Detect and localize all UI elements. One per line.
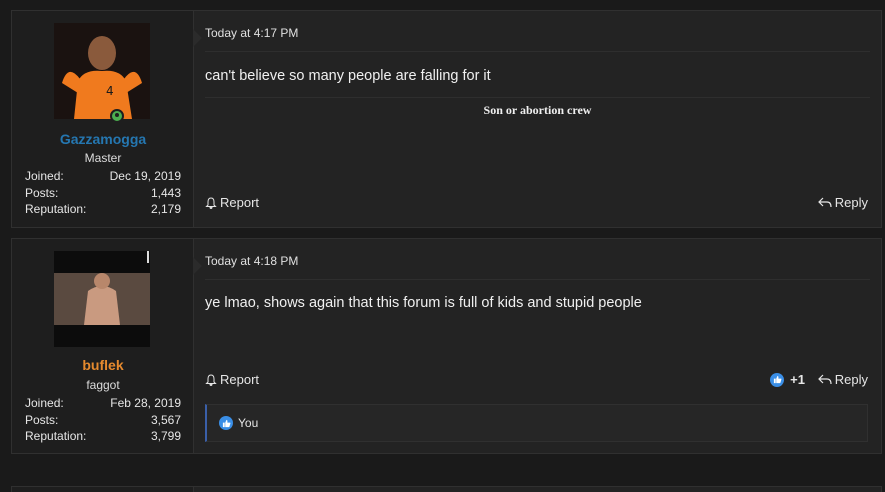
thumbs-up-icon	[770, 372, 785, 387]
reaction-users[interactable]: You	[238, 416, 258, 430]
signature: Son or abortion crew	[483, 103, 592, 117]
post: 4 Gazzamogga Master Joined: Dec 19, 2019 …	[11, 10, 882, 228]
joined-label: Joined:	[25, 169, 64, 183]
reply-label: Reply	[834, 195, 868, 210]
posts-value: 1,443	[150, 185, 181, 200]
username[interactable]: Gazzamogga	[12, 131, 194, 147]
reputation-value: 2,179	[150, 202, 181, 216]
like-summary[interactable]: +1	[770, 372, 805, 387]
avatar[interactable]: 4	[54, 23, 150, 119]
report-label: Report	[220, 372, 260, 387]
divider	[205, 51, 870, 52]
reply-label: Reply	[834, 372, 868, 387]
posts-label: Posts:	[25, 185, 59, 200]
reply-button[interactable]: Reply	[817, 195, 868, 210]
reply-icon	[817, 197, 832, 207]
post-body: Today at 4:17 PM can't believe so many p…	[194, 11, 881, 227]
bell-icon	[205, 196, 217, 209]
divider	[205, 279, 870, 280]
like-count: +1	[790, 372, 805, 387]
thumbs-up-icon	[219, 416, 233, 430]
joined-label: Joined:	[25, 396, 64, 410]
post-body	[194, 487, 881, 492]
post	[11, 486, 882, 492]
signature-divider	[205, 97, 870, 98]
post-message: ye lmao, shows again that this forum is …	[205, 295, 642, 311]
reactions-bar[interactable]: You	[205, 404, 868, 442]
avatar[interactable]	[54, 251, 150, 347]
user-stats: Joined: Dec 19, 2019 Posts: 1,443 Reputati…	[25, 168, 181, 218]
post: buflek faggot Joined: Feb 28, 2019 Posts:…	[11, 238, 882, 454]
joined-value: Feb 28, 2019	[110, 396, 181, 410]
report-button[interactable]: Report	[205, 372, 259, 387]
reputation-label: Reputation:	[25, 202, 87, 216]
user-title: faggot	[86, 378, 120, 392]
post-body: Today at 4:18 PM ye lmao, shows again th…	[194, 239, 881, 453]
joined-value: Dec 19, 2019	[109, 169, 181, 183]
reply-icon	[817, 374, 832, 384]
report-button[interactable]: Report	[205, 195, 259, 210]
reputation-value: 3,799	[150, 429, 181, 443]
posts-label: Posts:	[25, 412, 59, 427]
post-timestamp[interactable]: Today at 4:17 PM	[205, 26, 298, 40]
user-panel	[12, 487, 194, 492]
svg-text:4: 4	[106, 84, 114, 98]
user-panel: 4 Gazzamogga Master Joined: Dec 19, 2019 …	[12, 11, 202, 227]
reply-button[interactable]: Reply	[817, 372, 868, 387]
user-panel: buflek faggot Joined: Feb 28, 2019 Posts:…	[12, 239, 202, 453]
username[interactable]: buflek	[12, 357, 194, 373]
posts-value: 3,567	[150, 412, 181, 427]
online-status-icon	[110, 109, 124, 123]
reputation-label: Reputation:	[25, 429, 87, 443]
post-message: can't believe so many people are falling…	[205, 68, 491, 84]
report-label: Report	[220, 195, 260, 210]
user-title: Master	[84, 151, 122, 165]
post-timestamp[interactable]: Today at 4:18 PM	[205, 254, 298, 268]
bell-icon	[205, 373, 217, 386]
user-stats: Joined: Feb 28, 2019 Posts: 3,567 Reputati…	[25, 395, 181, 445]
